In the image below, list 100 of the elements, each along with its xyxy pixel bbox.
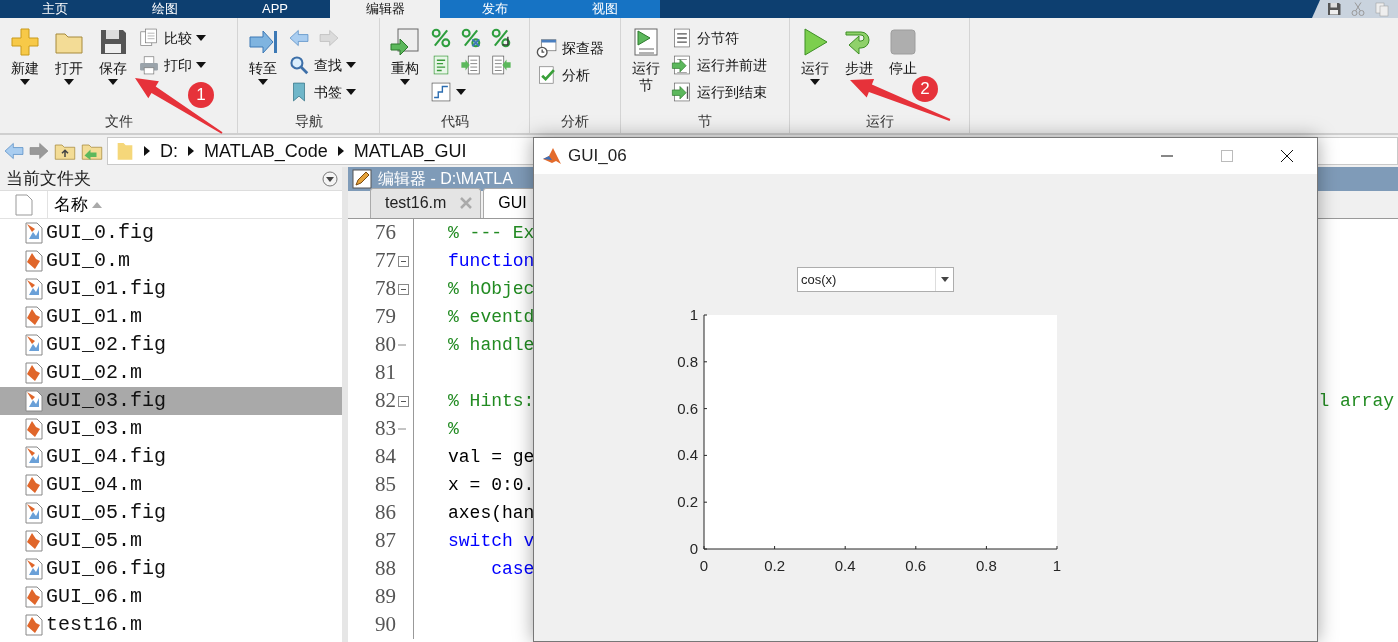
figure-file-icon (24, 558, 44, 580)
ribbon-button[interactable]: 比较 (136, 26, 208, 50)
ribbon-button[interactable]: 分析 (534, 63, 592, 87)
pencil-icon (352, 169, 372, 189)
ribbon-tab[interactable]: 视图 (550, 0, 660, 18)
stop-square-icon (887, 26, 919, 58)
file-name[interactable]: GUI_04.m (46, 470, 142, 500)
file-name[interactable]: GUI_06.m (46, 582, 142, 612)
figure-file-icon (24, 334, 44, 356)
file-name[interactable]: GUI_03.m (46, 414, 142, 444)
line-number: 86 (374, 499, 397, 527)
ribbon-button[interactable]: 转至 (242, 24, 284, 110)
file-name[interactable]: GUI_02.fig (46, 330, 167, 360)
column-header[interactable]: 名称 (48, 191, 108, 218)
fold-toggle-icon[interactable] (398, 255, 409, 267)
ribbon-button[interactable]: 运行并前进 (669, 53, 769, 77)
script-file-icon (24, 474, 44, 496)
line-number: 76 (374, 219, 397, 247)
tick-label: 0.4 (834, 557, 856, 574)
file-name[interactable]: GUI_05.m (46, 526, 142, 556)
editor-tab[interactable]: test16.m (370, 188, 482, 218)
ribbon-button[interactable]: 运行到结束 (669, 80, 769, 104)
forward-arrow-icon[interactable] (28, 140, 50, 162)
save-icon[interactable] (1326, 1, 1342, 17)
file-name[interactable]: GUI_0.m (46, 246, 130, 276)
file-name[interactable]: GUI_0.fig (46, 218, 155, 248)
tick-label: 0.2 (764, 557, 786, 574)
line-number: 85 (374, 471, 397, 499)
ribbon-button[interactable]: 打开 (48, 24, 90, 110)
code-line: % handle (448, 333, 535, 357)
fold-toggle-icon[interactable] (398, 283, 409, 295)
script-file-icon (24, 530, 44, 552)
file-name[interactable]: test16.m (46, 610, 142, 640)
group-label: 导航 (293, 112, 324, 131)
scissors-icon[interactable] (1350, 1, 1366, 17)
script-file-icon (24, 614, 44, 636)
ribbon-button[interactable]: 重构 (384, 24, 426, 110)
group-label: 文件 (103, 112, 134, 131)
ribbon-button[interactable]: 书签 (286, 80, 358, 104)
app-logo-icon (542, 146, 562, 166)
fold-toggle-icon[interactable] (398, 395, 409, 407)
file-name[interactable]: GUI_05.fig (46, 498, 167, 528)
script-file-icon (24, 306, 44, 328)
maximize-icon[interactable] (1220, 149, 1234, 163)
ribbon-button[interactable]: 运行节 (625, 24, 667, 110)
close-icon[interactable] (1280, 149, 1294, 163)
lines-icon (430, 54, 452, 76)
tick-label: 0.4 (677, 446, 698, 464)
ribbon-tab[interactable]: 发布 (440, 0, 550, 18)
figure-file-icon (24, 222, 44, 244)
file-name[interactable]: GUI_01.fig (46, 274, 167, 304)
line-number: 77 (374, 247, 397, 275)
breadcrumb-item[interactable]: MATLAB_Code (204, 137, 328, 165)
line-number: 80 (374, 331, 397, 359)
code-line: % (448, 417, 459, 441)
group-label: 节 (697, 112, 713, 131)
ribbon-button[interactable]: 打印 (136, 53, 208, 77)
printer-icon (138, 54, 160, 76)
back-arrow-icon[interactable] (3, 140, 25, 162)
ribbon-button[interactable]: 查找 (286, 53, 358, 77)
file-name[interactable]: GUI_02.m (46, 358, 142, 388)
ribbon-button[interactable]: 分节符 (669, 26, 741, 50)
editor-tab[interactable]: GUI (483, 188, 536, 218)
file-name[interactable]: GUI_01.m (46, 302, 142, 332)
script-file-icon (24, 418, 44, 440)
line-number: 87 (374, 527, 397, 555)
ribbon-button[interactable]: 运行 (794, 24, 836, 110)
ribbon-tab[interactable]: 主页 (0, 0, 110, 18)
document-lines-icon (671, 27, 693, 49)
ribbon-button[interactable]: 新建 (4, 24, 46, 110)
plus-icon (9, 26, 41, 58)
panel-menu-icon[interactable] (322, 170, 338, 187)
code-line: axes(han (448, 501, 535, 525)
ribbon-button[interactable] (428, 80, 468, 104)
file-name[interactable]: GUI_04.fig (46, 442, 167, 472)
tick-label: 0.6 (677, 399, 698, 417)
breadcrumb-item[interactable]: D: (160, 137, 178, 165)
ribbon-button[interactable]: 保存 (92, 24, 134, 110)
indent-icon (460, 54, 482, 76)
checkmark-document-icon (536, 64, 558, 86)
line-number: 83 (374, 415, 397, 443)
ribbon-tab[interactable]: 绘图 (110, 0, 220, 18)
breadcrumb-arrow-icon (188, 146, 194, 156)
code-line: case (490, 557, 535, 581)
script-file-icon (24, 362, 44, 384)
group-label: 运行 (864, 112, 895, 131)
script-file-icon (24, 586, 44, 608)
ribbon-tab[interactable]: APP (220, 0, 330, 18)
group-label: 分析 (560, 112, 590, 131)
line-number: 82 (374, 387, 397, 415)
tick-label: 0.8 (677, 352, 698, 370)
breadcrumb-item[interactable]: MATLAB_GUI (353, 137, 467, 165)
dropdown[interactable]: cos(x) (797, 267, 954, 292)
file-name[interactable]: GUI_06.fig (46, 554, 167, 584)
figure-file-icon (24, 446, 44, 468)
clock-window-icon (536, 37, 558, 59)
tick-label: 0 (699, 557, 709, 574)
ribbon-button[interactable]: 探查器 (534, 36, 606, 60)
ribbon-button[interactable]: 步进 (838, 24, 880, 110)
ribbon-tab[interactable]: 编辑器 (330, 0, 440, 18)
